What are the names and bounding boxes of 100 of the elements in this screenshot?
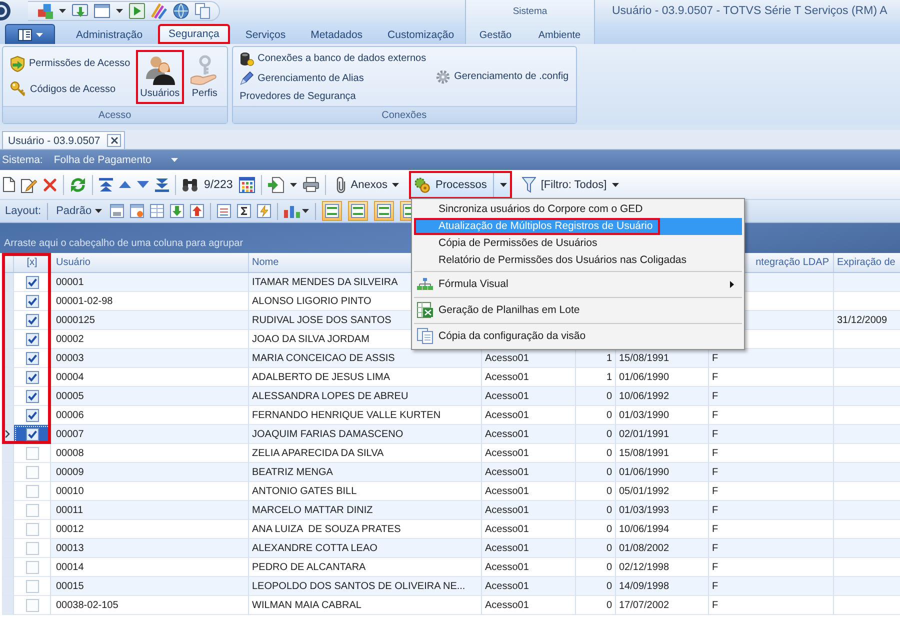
- profile-text: Acesso01: [485, 542, 529, 554]
- record-counter: 9/223: [204, 178, 233, 190]
- user-code-text: 00011: [56, 504, 84, 516]
- user-code-text: 00005: [56, 390, 84, 402]
- flag-text: F: [712, 504, 718, 516]
- profile-text: Acesso01: [485, 390, 529, 402]
- number-text: 1: [606, 352, 612, 364]
- number-text: 0: [606, 542, 612, 554]
- flag-text: F: [712, 580, 718, 592]
- user-code-text: 00013: [56, 542, 84, 554]
- number-text: 0: [606, 600, 612, 610]
- flag-text: F: [712, 448, 718, 458]
- profile-text: Acesso01: [485, 486, 529, 496]
- user-name-text: RUDIVAL JOSE DOS SANTOS: [252, 314, 392, 326]
- flag-text: F: [712, 390, 718, 402]
- user-code-text: 00003: [56, 352, 84, 364]
- flag-text: F: [712, 352, 718, 364]
- group-label: Conexões: [232, 106, 576, 123]
- user-name-text: ZELIA APARECIDA DA SILVA: [252, 448, 384, 458]
- user-name-text: FERNANDO HENRIQUE VALLE KURTEN: [252, 410, 441, 420]
- number-text: 0: [606, 524, 612, 534]
- profile-text: Acesso01: [485, 504, 529, 516]
- date-text: 01/03/1990: [619, 410, 670, 420]
- date-text: 01/06/1990: [619, 466, 670, 478]
- user-name-text: MARIA CONCEICAO DE ASSIS: [252, 352, 395, 364]
- profile-text: Acesso01: [485, 448, 529, 458]
- date-text: 01/06/1990: [619, 372, 670, 382]
- user-name-text: JOAQUIM FARIAS DAMASCENO: [252, 428, 404, 440]
- layout-label: Layout:: [5, 205, 42, 217]
- flag-text: F: [712, 372, 718, 382]
- user-name-text: ANA LUIZA DE SOUZA PRATES: [252, 524, 401, 534]
- tab-group-label: Sistema: [512, 6, 548, 16]
- date-text: 01/08/2002: [619, 542, 670, 554]
- number-text: 0: [606, 486, 612, 496]
- number-text: 0: [606, 390, 612, 402]
- flag-text: F: [712, 428, 718, 440]
- number-text: 0: [606, 410, 612, 420]
- number-text: 1: [606, 372, 612, 382]
- user-code-text: 00002: [56, 334, 84, 344]
- user-code-text: 0000125: [56, 314, 95, 326]
- flag-text: F: [712, 562, 718, 572]
- number-text: 0: [606, 562, 612, 572]
- user-code-text: 00008: [56, 448, 84, 458]
- flag-text: F: [712, 486, 718, 496]
- flag-text: F: [712, 600, 718, 610]
- window-title: Usuário - 03.9.0507 - TOTVS Série T Serviços (RM) A: [612, 5, 888, 17]
- field-label: Sistema:: [2, 154, 43, 166]
- user-code-text: 00012: [56, 524, 84, 534]
- user-name-text: ALONSO LIGORIO PINTO: [252, 296, 372, 306]
- user-name-text: ALEXANDRE COTTA LEAO: [252, 542, 378, 554]
- user-name-text: PEDRO DE ALCANTARA: [252, 562, 366, 572]
- flag-text: F: [712, 524, 718, 534]
- date-text: 05/01/1992: [619, 486, 670, 496]
- date-text: 15/08/1991: [619, 352, 670, 364]
- user-name-text: ANTONIO GATES BILL: [252, 486, 357, 496]
- date-text: 02/12/1998: [619, 562, 670, 572]
- profile-text: Acesso01: [485, 524, 529, 534]
- user-code-text: 00015: [56, 580, 84, 592]
- profile-text: Acesso01: [485, 410, 529, 420]
- user-code-text: 00038-02-105: [56, 600, 118, 610]
- date-text: 02/01/1991: [619, 428, 670, 440]
- date-text: 10/06/1994: [619, 524, 670, 534]
- date-text: 31/12/2009: [837, 314, 888, 326]
- date-text: 14/09/1998: [619, 580, 670, 592]
- user-code-text: 00001-02-98: [56, 296, 113, 306]
- profile-text: Acesso01: [485, 428, 529, 440]
- profile-text: Acesso01: [485, 372, 529, 382]
- user-name-text: LEOPOLDO DOS SANTOS DE OLIVEIRA NE...: [252, 580, 466, 592]
- profile-text: Acesso01: [485, 600, 529, 610]
- date-text: 15/08/1991: [619, 448, 670, 458]
- user-code-text: 00006: [56, 410, 84, 420]
- user-name-text: BEATRIZ MENGA: [252, 466, 333, 478]
- user-code-text: 00014: [56, 562, 84, 572]
- number-text: 0: [606, 466, 612, 478]
- user-name-text: ADALBERTO DE JESUS LIMA: [252, 372, 390, 382]
- flag-text: F: [712, 466, 718, 478]
- user-name-text: MARCELO MATTAR DINIZ: [252, 504, 373, 516]
- user-name-text: WILMAN MAIA CABRAL: [252, 600, 362, 610]
- user-name-text: ITAMAR MENDES DA SILVEIRA: [252, 276, 398, 288]
- profile-text: Acesso01: [485, 466, 529, 478]
- user-code-text: 00010: [56, 486, 84, 496]
- flag-text: F: [712, 542, 718, 554]
- user-name-text: ALESSANDRA LOPES DE ABREU: [252, 390, 408, 402]
- date-text: 01/03/1993: [619, 504, 670, 516]
- user-code-text: 00009: [56, 466, 84, 478]
- user-name-text: JOAO DA SILVA JORDAM: [252, 334, 370, 344]
- user-code-text: 00001: [56, 276, 84, 288]
- user-code-text: 00004: [56, 372, 84, 382]
- flag-text: F: [712, 410, 718, 420]
- group-by-hint: Arraste aqui o cabeçalho de uma coluna para agrupar: [4, 238, 244, 249]
- user-code-text: 00007: [56, 428, 84, 440]
- profile-text: Acesso01: [485, 580, 529, 592]
- number-text: 0: [606, 580, 612, 592]
- profile-text: Acesso01: [485, 352, 529, 364]
- group-label: Acesso: [3, 106, 227, 123]
- number-text: 0: [606, 448, 612, 458]
- profile-text: Acesso01: [485, 562, 529, 572]
- number-text: 0: [606, 428, 612, 440]
- date-text: 17/07/2002: [619, 600, 670, 610]
- date-text: 10/06/1992: [619, 390, 670, 402]
